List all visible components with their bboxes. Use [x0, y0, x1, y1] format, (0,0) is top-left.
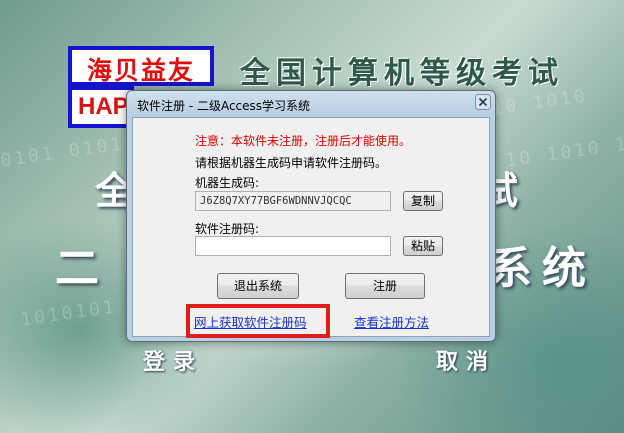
- exit-button[interactable]: 退出系统: [217, 273, 299, 299]
- logo-sub: HAPP: [68, 86, 134, 128]
- instruction-text: 请根据机器生成码申请软件注册码。: [195, 156, 388, 170]
- dialog-title: 软件注册 - 二级Access学习系统: [137, 99, 311, 113]
- register-button[interactable]: 注册: [345, 273, 425, 299]
- login-button[interactable]: 登录: [143, 344, 203, 376]
- logo-text: 海贝益友: [86, 56, 195, 85]
- reg-code-input[interactable]: [195, 236, 391, 256]
- logo: 海贝益友: [68, 46, 214, 86]
- paste-button[interactable]: 粘贴: [403, 236, 443, 256]
- howto-register-link[interactable]: 查看注册方法: [354, 312, 429, 331]
- close-icon[interactable]: [475, 94, 491, 110]
- banner-title: 全国计算机等级考试: [240, 56, 564, 91]
- big-title-right: 系统: [488, 243, 596, 294]
- machine-code-field[interactable]: J6Z8Q7XY77BGF6WDNNVJQCQC: [195, 191, 391, 211]
- cancel-button[interactable]: 取消: [436, 344, 496, 376]
- machine-code-label: 机器生成码:: [195, 176, 260, 190]
- online-register-link[interactable]: 网上获取软件注册码: [194, 312, 307, 331]
- warning-text: 注意：本软件未注册，注册后才能使用。: [195, 134, 412, 148]
- copy-button[interactable]: 复制: [403, 191, 443, 211]
- big-title-left: 二: [55, 243, 99, 294]
- reg-code-label: 软件注册码:: [195, 222, 260, 236]
